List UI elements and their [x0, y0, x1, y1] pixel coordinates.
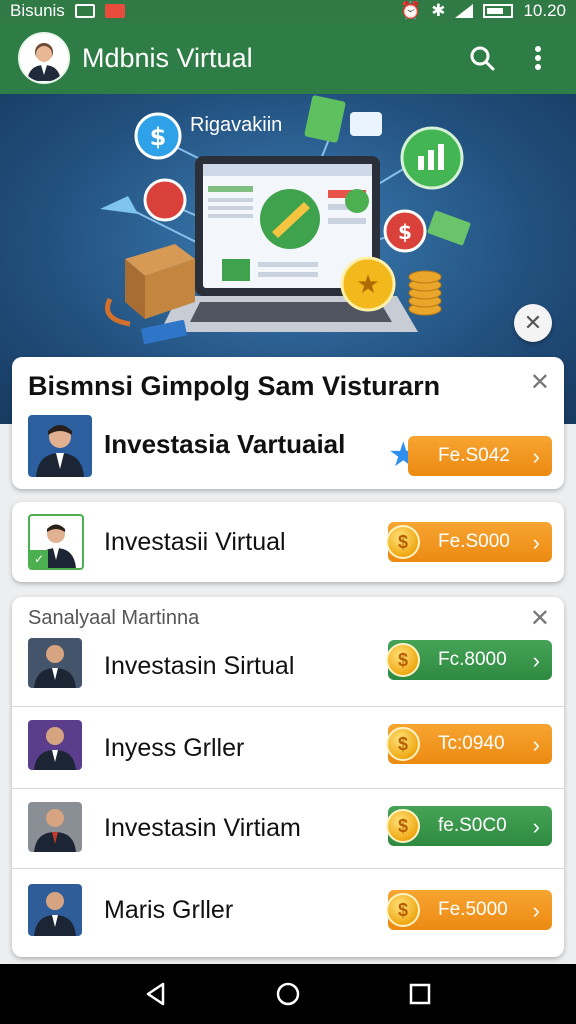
carrier-label: Bisunis	[10, 1, 65, 20]
svg-text:$: $	[150, 123, 167, 151]
back-icon	[146, 982, 165, 1006]
featured-price-button[interactable]: Fe.S042 ›	[408, 436, 552, 476]
person-icon	[34, 809, 76, 852]
price-button[interactable]: $ Fc.8000 ›	[386, 640, 552, 680]
price-button[interactable]: $ Fe.S000 ›	[386, 522, 552, 562]
price-label: Fe.5000	[438, 899, 508, 920]
list-item[interactable]: Inyess Grller $ Tc:0940 ›	[12, 708, 564, 788]
divider	[12, 868, 564, 869]
avatar	[28, 415, 92, 477]
avatar[interactable]	[18, 32, 70, 84]
avatar	[28, 638, 82, 688]
row-title: Investasin Sirtual	[104, 652, 295, 680]
price-label: Fe.S042	[438, 445, 510, 466]
coin-icon: $	[386, 727, 420, 761]
svg-text:$: $	[398, 220, 412, 244]
avatar	[28, 802, 82, 852]
row-title: Investasii Virtual	[104, 528, 286, 556]
coin-icon: $	[386, 643, 420, 677]
more-vert-icon	[535, 46, 541, 70]
signal-icon	[455, 4, 474, 18]
featured-card[interactable]: Bismnsi Gimpolg Sam Visturarn ✕ Investas…	[12, 357, 564, 489]
close-icon: ✕	[529, 369, 550, 396]
divider	[12, 788, 564, 789]
featured-card-title: Bismnsi Gimpolg Sam Visturarn	[28, 371, 441, 401]
alarm-icon: ⏰	[400, 1, 422, 20]
price-button[interactable]: $ Tc:0940 ›	[386, 724, 552, 764]
app-notification-icon	[104, 4, 125, 18]
close-featured-card-button[interactable]: ✕	[530, 371, 550, 395]
check-badge-icon: ✓	[30, 550, 48, 568]
person-icon	[36, 425, 84, 477]
row-title: Inyess Grller	[104, 734, 245, 762]
chevron-right-icon: ›	[532, 814, 540, 839]
search-icon	[470, 46, 495, 71]
avatar	[28, 884, 82, 936]
app-title: Mdbnis Virtual	[82, 42, 253, 73]
list-item[interactable]: Maris Grller $ Fe.5000 ›	[12, 870, 564, 952]
group-subtitle: Sanalyaal Martinna	[28, 607, 200, 629]
person-icon	[27, 43, 61, 81]
home-icon	[276, 982, 300, 1006]
row-title: Maris Grller	[104, 896, 234, 924]
row-title: Investasin Virtiam	[104, 814, 301, 842]
divider	[12, 706, 564, 707]
price-button[interactable]: $ fe.S0C0 ›	[386, 806, 552, 846]
more-options-button[interactable]	[516, 36, 560, 80]
chevron-right-icon: ›	[532, 530, 540, 555]
avatar	[28, 720, 82, 770]
close-banner-button[interactable]: ✕	[514, 304, 552, 342]
investment-card[interactable]: ✓ Investasii Virtual $ Fe.S000 ›	[12, 502, 564, 582]
person-icon	[34, 645, 76, 688]
svg-text:★: ★	[356, 270, 379, 300]
chevron-right-icon: ›	[532, 898, 540, 923]
clock: 10.20	[523, 1, 566, 20]
featured-row-title: Investasia Vartuaial	[104, 429, 346, 459]
close-icon: ✕	[523, 310, 543, 335]
status-bar: Bisunis ⏰ ✱ 10.20	[0, 0, 576, 22]
avatar: ✓	[28, 514, 84, 570]
price-label: Fc.8000	[438, 649, 507, 670]
home-button[interactable]	[268, 974, 308, 1014]
list-item[interactable]: Investasin Sirtual $ Fc.8000 ›	[12, 628, 564, 704]
price-label: Tc:0940	[438, 733, 505, 754]
coin-icon: $	[386, 525, 420, 559]
list-item[interactable]: Investasin Virtiam $ fe.S0C0 ›	[12, 790, 564, 868]
chevron-right-icon: ›	[532, 648, 540, 673]
hero-label: Rigavakiin	[190, 114, 283, 136]
chevron-right-icon: ›	[532, 444, 540, 469]
price-label: fe.S0C0	[438, 815, 507, 836]
battery-icon	[483, 4, 514, 18]
person-icon	[34, 727, 76, 770]
coin-icon: $	[386, 893, 420, 927]
search-button[interactable]	[460, 36, 504, 80]
bluetooth-icon: ✱	[431, 1, 446, 20]
chevron-right-icon: ›	[532, 732, 540, 757]
app-bar: Mdbnis Virtual	[0, 22, 576, 94]
coin-icon: $	[386, 809, 420, 843]
recents-button[interactable]	[400, 974, 440, 1014]
price-button[interactable]: $ Fe.5000 ›	[386, 890, 552, 930]
notification-icon	[74, 4, 95, 18]
back-button[interactable]	[136, 974, 176, 1014]
recents-icon	[409, 983, 431, 1005]
person-icon	[34, 892, 76, 936]
price-label: Fe.S000	[438, 531, 510, 552]
navigation-bar	[0, 964, 576, 1024]
